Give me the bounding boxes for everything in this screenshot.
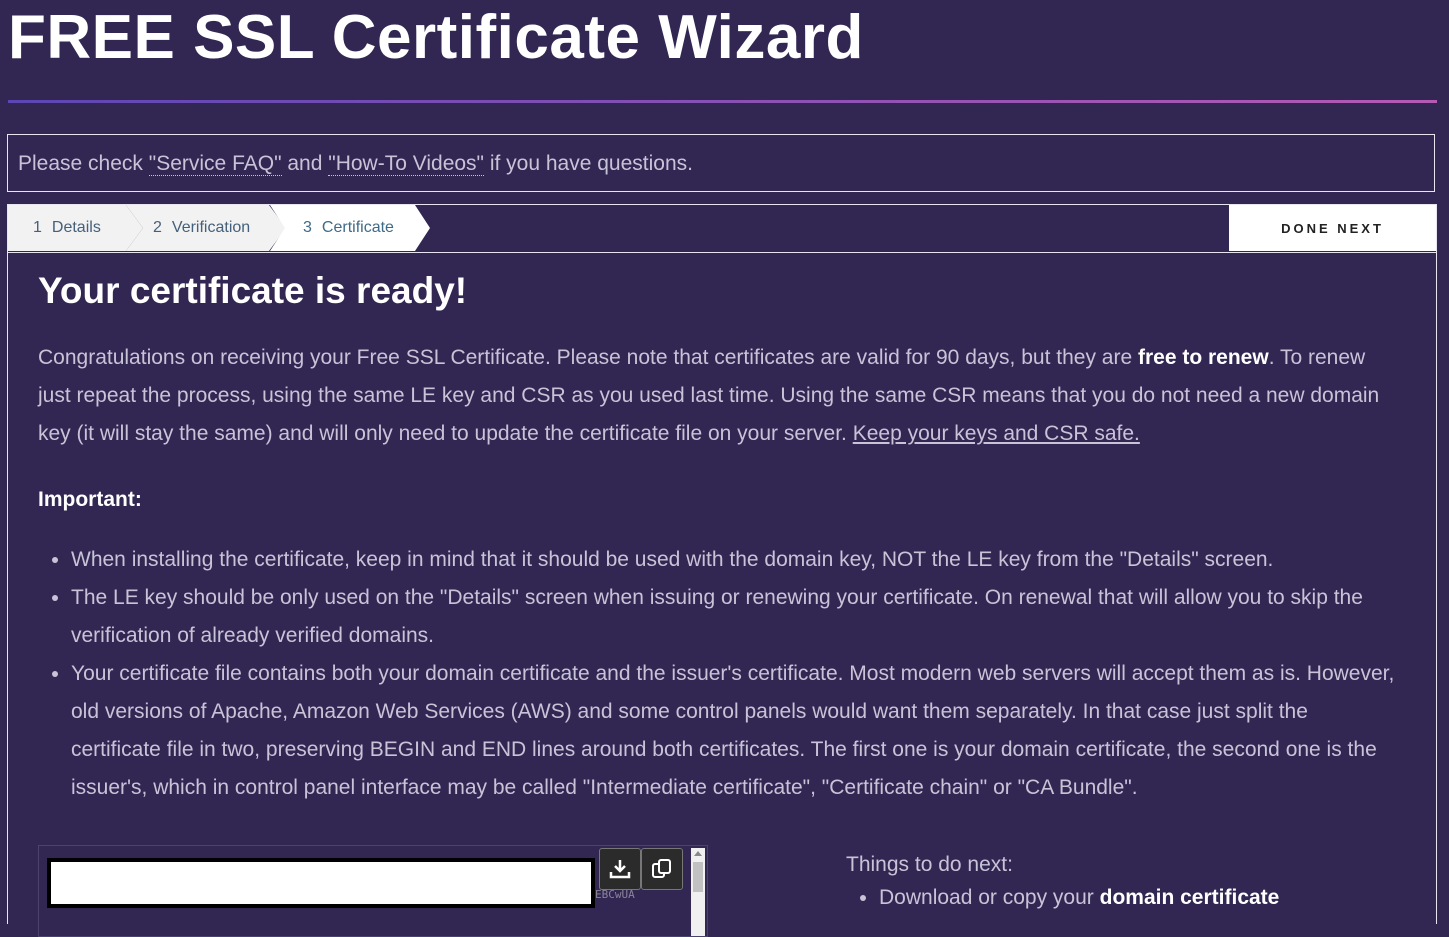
list-item: Your certificate file contains both your… <box>71 655 1398 807</box>
list-item: The LE key should be only used on the "D… <box>71 579 1398 655</box>
domain-certificate-label: domain certificate <box>1099 886 1280 909</box>
download-icon[interactable] <box>599 848 641 890</box>
certificate-textarea[interactable] <box>47 858 595 908</box>
next-item-text: Download or copy your <box>879 886 1100 909</box>
wizard-panel: 1 Details 2 Verification 3 Certificate DONE… <box>7 204 1439 937</box>
step-label: Certificate <box>321 219 394 236</box>
step-number: 2 <box>153 219 162 236</box>
step-details[interactable]: 1 Details <box>8 205 143 251</box>
step-label: Details <box>51 219 101 236</box>
done-next-button[interactable]: DONE NEXT <box>1229 205 1436 251</box>
certificate-box: EBCwUA <box>38 845 708 937</box>
title-divider <box>8 100 1437 103</box>
lead-text-1: Congratulations on receiving your Free S… <box>38 346 1138 369</box>
notice-suffix: if you have questions. <box>484 152 693 175</box>
certificate-content: Your certificate is ready! Congratulatio… <box>38 265 1398 807</box>
notice-middle: and <box>281 152 329 175</box>
how-to-videos-link[interactable]: "How-To Videos" <box>328 152 485 176</box>
step-number: 3 <box>303 219 312 236</box>
step-verification[interactable]: 2 Verification <box>126 205 286 251</box>
step-number: 1 <box>33 219 42 236</box>
wizard-steps: 1 Details 2 Verification 3 Certificate DONE… <box>8 205 1436 253</box>
step-label: Verification <box>171 219 251 236</box>
notice-prefix: Please check <box>18 152 149 175</box>
next-steps-list: Download or copy your domain certificate <box>846 883 1439 913</box>
list-item: Download or copy your domain certificate <box>879 883 1439 913</box>
help-notice: Please check "Service FAQ" and "How-To V… <box>7 134 1435 192</box>
important-label: Important: <box>38 488 142 511</box>
service-faq-link[interactable]: "Service FAQ" <box>148 152 282 176</box>
keep-keys-safe-link[interactable]: Keep your keys and CSR safe. <box>853 422 1140 445</box>
list-item: When installing the certificate, keep in… <box>71 541 1398 579</box>
step-certificate[interactable]: 3 Certificate <box>270 205 430 251</box>
congrats-paragraph: Congratulations on receiving your Free S… <box>38 339 1398 453</box>
ready-heading: Your certificate is ready! <box>38 270 468 311</box>
textarea-scrollbar[interactable] <box>691 848 705 936</box>
next-steps-title: Things to do next: <box>846 853 1013 876</box>
important-notes: When installing the certificate, keep in… <box>38 541 1398 807</box>
scroll-thumb[interactable] <box>693 862 703 892</box>
free-to-renew: free to renew <box>1137 346 1269 369</box>
scroll-up-icon[interactable] <box>694 851 702 856</box>
page-title: FREE SSL Certificate Wizard <box>8 3 864 72</box>
copy-icon[interactable] <box>641 848 683 890</box>
